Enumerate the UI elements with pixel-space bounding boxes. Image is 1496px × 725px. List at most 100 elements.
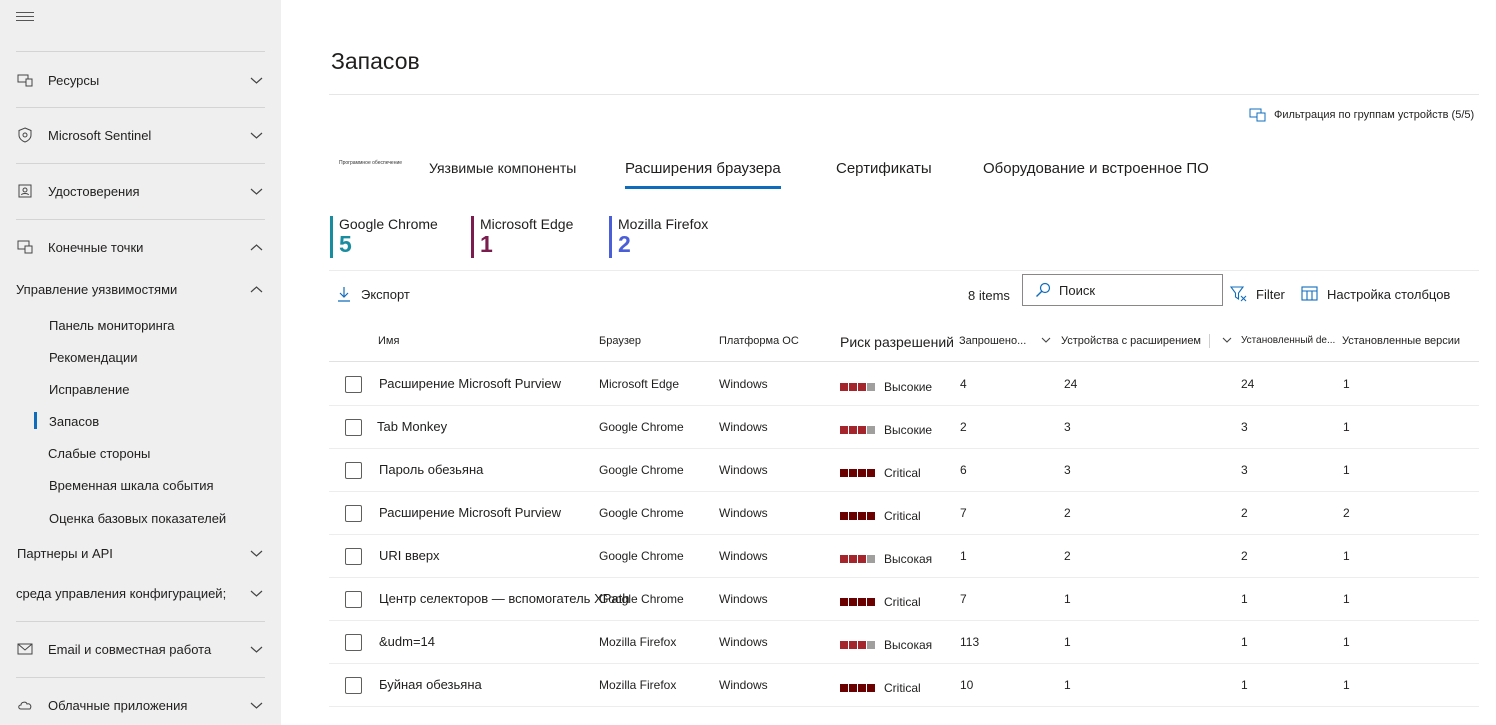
tab-browser-extensions[interactable]: Расширения браузера (625, 160, 781, 189)
sort-chevron-icon[interactable] (1222, 336, 1232, 344)
kpi-mozilla-firefox[interactable]: Mozilla Firefox 2 (609, 216, 708, 258)
filter-button[interactable]: Filter (1230, 286, 1285, 302)
table-row[interactable]: &udm=14 Mozilla Firefox Windows Высокая 113 1… (329, 621, 1479, 664)
table-row[interactable]: Tab Monkey Google Chrome Windows Высокие 2 3 3… (329, 406, 1479, 449)
sort-chevron-icon[interactable] (1041, 336, 1051, 344)
row-checkbox[interactable] (345, 419, 362, 436)
sidebar-item-cloud-apps[interactable]: Облачные приложения (0, 690, 281, 720)
sidebar-subitem-inventory[interactable]: Запасов (0, 408, 281, 434)
endpoint-icon (17, 240, 33, 254)
sidebar-subitem-remediation[interactable]: Исправление (0, 376, 281, 402)
column-header-browser[interactable]: Браузер (599, 335, 641, 347)
tab-hardware-firmware[interactable]: Оборудование и встроенное ПО (983, 160, 1209, 177)
kpi-microsoft-edge[interactable]: Microsoft Edge 1 (471, 216, 573, 258)
sidebar-subitem-recommendations[interactable]: Рекомендации (0, 344, 281, 370)
table-row[interactable]: URI вверх Google Chrome Windows Высокая 1 2 2 1 (329, 535, 1479, 578)
tab-certificates[interactable]: Сертификаты (836, 160, 932, 177)
cell-devices: 2 (1064, 506, 1071, 520)
cell-name[interactable]: Пароль обезьяна (379, 462, 483, 477)
export-button[interactable]: Экспорт (337, 286, 410, 302)
risk-level-square (867, 555, 875, 563)
cell-os: Windows (719, 635, 768, 649)
sidebar-item-assets[interactable]: Ресурсы (0, 65, 281, 95)
risk-indicator: Высокая (840, 638, 932, 652)
search-box[interactable]: Поиск (1022, 274, 1223, 306)
sidebar-item-endpoints[interactable]: Конечные точки (0, 232, 281, 262)
column-header-os[interactable]: Платформа ОС (719, 335, 799, 347)
table-row[interactable]: Расширение Microsoft Purview Google Chrom… (329, 492, 1479, 535)
column-header-requested[interactable]: Запрошено... (959, 335, 1034, 347)
kpi-google-chrome[interactable]: Google Chrome 5 (330, 216, 438, 258)
shield-icon (18, 127, 32, 143)
column-header-name[interactable]: Имя (378, 335, 399, 347)
row-checkbox[interactable] (345, 548, 362, 565)
risk-indicator: Critical (840, 509, 921, 523)
table-row[interactable]: Пароль обезьяна Google Chrome Windows Criti… (329, 449, 1479, 492)
cell-name[interactable]: Центр селекторов — вспомогатель XPath (379, 591, 630, 606)
cell-installed-versions: 1 (1343, 420, 1350, 434)
sidebar-item-email[interactable]: Email и совместная работа (0, 634, 281, 664)
risk-level-square (858, 383, 866, 391)
risk-label: Critical (884, 681, 921, 695)
risk-indicator: Critical (840, 595, 921, 609)
hamburger-menu-icon[interactable] (16, 12, 34, 26)
risk-indicator: Высокая (840, 552, 932, 566)
search-input[interactable]: Поиск (1059, 283, 1095, 298)
cell-os: Windows (719, 549, 768, 563)
cell-installed-versions: 1 (1343, 678, 1350, 692)
sidebar-subitem-dashboard[interactable]: Панель мониторинга (0, 312, 281, 338)
sidebar: Ресурсы Microsoft Sentinel Удостоверения… (0, 0, 281, 725)
cell-name[interactable]: Расширение Microsoft Purview (379, 376, 561, 391)
risk-label: Critical (884, 595, 921, 609)
row-checkbox[interactable] (345, 591, 362, 608)
table-row[interactable]: Расширение Microsoft Purview Microsoft Ed… (329, 363, 1479, 406)
sidebar-item-identities[interactable]: Удостоверения (0, 176, 281, 206)
sidebar-subitem-baselines[interactable]: Оценка базовых показателей (0, 505, 281, 531)
risk-indicator: Высокие (840, 380, 932, 394)
risk-label: Высокая (884, 638, 933, 652)
row-checkbox[interactable] (345, 634, 362, 651)
device-group-filter-label: Фильтрация по группам устройств (5/5) (1274, 109, 1475, 121)
column-header-installed-versions[interactable]: Установленные версии (1342, 335, 1477, 347)
cell-installed-versions: 1 (1343, 463, 1350, 477)
chevron-down-icon (250, 590, 263, 597)
column-header-permission-risk[interactable]: Риск разрешений (840, 334, 954, 350)
sidebar-divider (16, 677, 265, 678)
table-row[interactable]: Буйная обезьяна Mozilla Firefox Windows Cri… (329, 664, 1479, 707)
sidebar-subitem-label: Исправление (49, 381, 130, 397)
cell-installed-devices: 1 (1241, 678, 1248, 692)
cell-installed-devices: 3 (1241, 420, 1248, 434)
column-header-installed-devices[interactable]: Установленный de... (1241, 335, 1337, 346)
mail-icon (17, 643, 33, 655)
sidebar-item-sentinel[interactable]: Microsoft Sentinel (0, 120, 281, 150)
risk-label: Critical (884, 466, 921, 480)
sidebar-subitem-event-timeline[interactable]: Временная шкала события (0, 472, 281, 498)
cell-name[interactable]: URI вверх (379, 548, 439, 563)
cell-name[interactable]: Расширение Microsoft Purview (379, 505, 561, 520)
column-header-devices[interactable]: Устройства с расширением (1061, 335, 1211, 347)
cell-name[interactable]: &udm=14 (379, 634, 435, 649)
table-row[interactable]: Центр селекторов — вспомогатель XPath Goo… (329, 578, 1479, 621)
row-checkbox[interactable] (345, 376, 362, 393)
sidebar-item-label: Управление уязвимостями (16, 281, 178, 297)
risk-level-square (840, 684, 848, 692)
sidebar-item-vulnerability-management[interactable]: Управление уязвимостями (0, 274, 281, 304)
cell-requested: 2 (960, 420, 967, 434)
kpi-value: 5 (339, 231, 352, 257)
customize-columns-button[interactable]: Настройка столбцов (1301, 286, 1450, 302)
sidebar-item-partners-api[interactable]: Партнеры и API (0, 538, 281, 568)
cell-name[interactable]: Tab Monkey (377, 419, 447, 434)
row-checkbox[interactable] (345, 505, 362, 522)
device-group-filter-button[interactable]: Фильтрация по группам устройств (5/5) (1249, 108, 1474, 122)
sidebar-item-config-management[interactable]: среда управления конфигурацией; (0, 578, 281, 608)
row-checkbox[interactable] (345, 677, 362, 694)
cell-requested: 4 (960, 377, 967, 391)
tab-vulnerable-components[interactable]: Уязвимые компоненты (429, 160, 576, 176)
chevron-down-icon (250, 702, 263, 709)
chevron-up-icon (250, 285, 263, 292)
tab-software[interactable]: Программное обеспечение (339, 160, 402, 166)
sidebar-subitem-weaknesses[interactable]: Слабые стороны (0, 440, 281, 466)
column-resize-handle[interactable] (1209, 334, 1210, 348)
row-checkbox[interactable] (345, 462, 362, 479)
cell-name[interactable]: Буйная обезьяна (379, 677, 482, 692)
